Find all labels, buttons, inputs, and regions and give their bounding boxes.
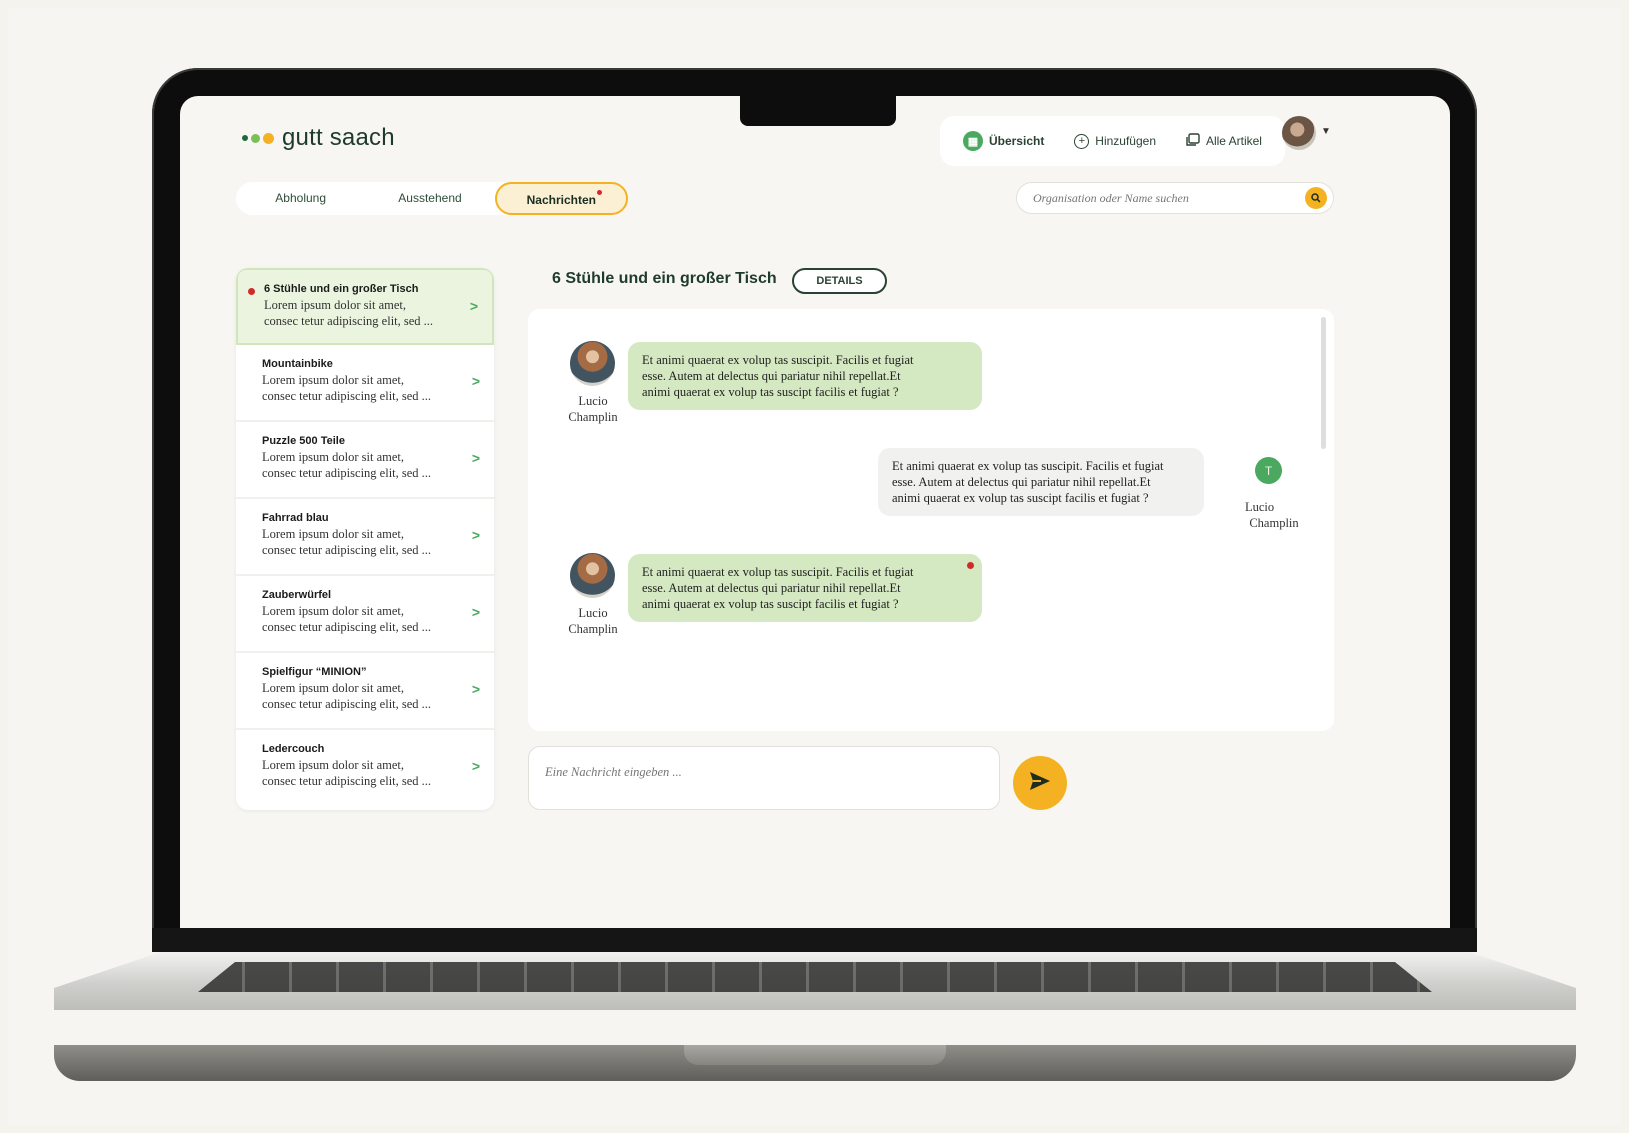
conversation-snippet: consec tetur adipiscing elit, sed ... (262, 620, 432, 634)
conversation-snippet: consec tetur adipiscing elit, sed ... (262, 389, 432, 403)
articles-icon (1186, 132, 1200, 150)
chevron-right-icon: > (471, 604, 480, 620)
tab-label: Abholung (275, 191, 327, 205)
conversation-snippet: consec tetur adipiscing elit, sed ... (262, 466, 432, 480)
search-icon[interactable] (1305, 187, 1327, 209)
message-bubble: Et animi quaerat ex volup tas suscipit. … (628, 554, 982, 622)
conversation-title: 6 Stühle und ein großer Tisch (264, 283, 419, 295)
sender-name: Lucio Champlin (568, 394, 618, 424)
conversation-title: Puzzle 500 Teile (262, 435, 345, 447)
chat-title: 6 Stühle und ein großer Tisch (552, 270, 777, 287)
message-composer (528, 746, 1000, 810)
conversation-title: Mountainbike (262, 358, 333, 370)
message-input[interactable] (545, 765, 983, 780)
camera-notch (740, 96, 896, 126)
sender-avatar (570, 341, 615, 386)
chevron-right-icon: > (471, 373, 480, 389)
screen: gutt saach ▦ Übersicht + Hinzufügen Alle… (180, 96, 1450, 928)
laptop-bezel (152, 928, 1477, 952)
conversation-item[interactable]: 6 Stühle und ein großer Tisch Lorem ipsu… (236, 268, 494, 345)
chevron-down-icon[interactable]: ▼ (1321, 126, 1331, 137)
send-icon (1029, 771, 1051, 796)
plus-circle-icon: + (1074, 133, 1090, 149)
chevron-right-icon: > (469, 298, 478, 314)
laptop-keyboard (198, 962, 1432, 992)
grid-icon: ▦ (962, 131, 983, 151)
conversation-item[interactable]: Spielfigur “MINION” Lorem ipsum dolor si… (236, 653, 494, 730)
unread-dot-icon (248, 288, 255, 295)
conversation-title: Fahrrad blau (262, 512, 329, 524)
search-input[interactable] (1033, 190, 1305, 206)
conversation-item[interactable]: Zauberwürfel Lorem ipsum dolor sit amet,… (236, 576, 494, 653)
conversation-title: Spielfigur “MINION” (262, 666, 367, 678)
conversation-snippet: Lorem ipsum dolor sit amet, (264, 298, 406, 312)
sender-name: Lucio Champlin (568, 606, 618, 636)
chevron-right-icon: > (471, 527, 480, 543)
conversation-item[interactable]: Ledercouch Lorem ipsum dolor sit amet, c… (236, 730, 494, 807)
conversation-snippet: consec tetur adipiscing elit, sed ... (262, 697, 432, 711)
chat-panel: Lucio Champlin Et animi quaerat ex volup … (528, 309, 1334, 731)
unread-dot-icon (967, 562, 974, 569)
conversation-item[interactable]: Fahrrad blau Lorem ipsum dolor sit amet,… (236, 499, 494, 576)
conversation-title: Zauberwürfel (262, 589, 332, 601)
nav-item-alle-artikel[interactable]: Alle Artikel (1186, 132, 1262, 150)
nav-item-uebersicht[interactable]: ▦ Übersicht (962, 131, 1045, 151)
notification-dot-icon (597, 190, 602, 195)
tab-label: Ausstehend (398, 191, 462, 205)
tab-ausstehend[interactable]: Ausstehend (365, 182, 494, 215)
sender-avatar (570, 553, 615, 598)
logo-dots-icon (242, 132, 274, 144)
top-navigation: ▦ Übersicht + Hinzufügen Alle Artikel (940, 116, 1285, 166)
conversation-snippet: Lorem ipsum dolor sit amet, (262, 450, 404, 464)
message-bubble: Et animi quaerat ex volup tas suscipit. … (628, 342, 982, 410)
user-avatar[interactable] (1282, 116, 1316, 150)
message-bubble: Et animi quaerat ex volup tas suscipit. … (878, 448, 1204, 516)
chevron-right-icon: > (471, 758, 480, 774)
search-bar (1016, 182, 1334, 214)
conversation-title: Ledercouch (262, 743, 325, 755)
user-avatar-icon: T (1255, 457, 1282, 484)
scrollbar[interactable] (1321, 317, 1326, 449)
conversation-list: 6 Stühle und ein großer Tisch Lorem ipsu… (236, 268, 494, 810)
conversation-snippet: consec tetur adipiscing elit, sed ... (264, 314, 434, 328)
tab-nachrichten[interactable]: Nachrichten (494, 182, 628, 215)
tab-label: Nachrichten (526, 193, 596, 207)
conversation-snippet: Lorem ipsum dolor sit amet, (262, 604, 404, 618)
conversation-snippet: Lorem ipsum dolor sit amet, (262, 373, 404, 387)
nav-item-label: Alle Artikel (1205, 134, 1262, 148)
chevron-right-icon: > (471, 450, 480, 466)
tab-abholung[interactable]: Abholung (236, 182, 365, 215)
conversation-snippet: consec tetur adipiscing elit, sed ... (262, 774, 432, 788)
chevron-right-icon: > (471, 681, 480, 697)
nav-item-label: Hinzufügen (1095, 134, 1156, 148)
conversation-item[interactable]: Mountainbike Lorem ipsum dolor sit amet,… (236, 345, 494, 422)
laptop-base-lip (684, 1045, 946, 1065)
tab-bar: Abholung Ausstehend Nachrichten (236, 182, 628, 215)
conversation-snippet: Lorem ipsum dolor sit amet, (262, 758, 404, 772)
conversation-snippet: Lorem ipsum dolor sit amet, (262, 681, 404, 695)
app-logo[interactable]: gutt saach (242, 124, 395, 152)
conversation-item[interactable]: Puzzle 500 Teile Lorem ipsum dolor sit a… (236, 422, 494, 499)
details-button[interactable]: DETAILS (792, 268, 887, 294)
conversation-snippet: consec tetur adipiscing elit, sed ... (262, 543, 432, 557)
nav-item-label: Übersicht (988, 134, 1045, 148)
conversation-snippet: Lorem ipsum dolor sit amet, (262, 527, 404, 541)
send-button[interactable] (1013, 756, 1067, 810)
nav-item-hinzufuegen[interactable]: + Hinzufügen (1074, 133, 1156, 149)
sender-name: Lucio Champlin (1245, 500, 1299, 530)
app-name: gutt saach (282, 124, 395, 151)
